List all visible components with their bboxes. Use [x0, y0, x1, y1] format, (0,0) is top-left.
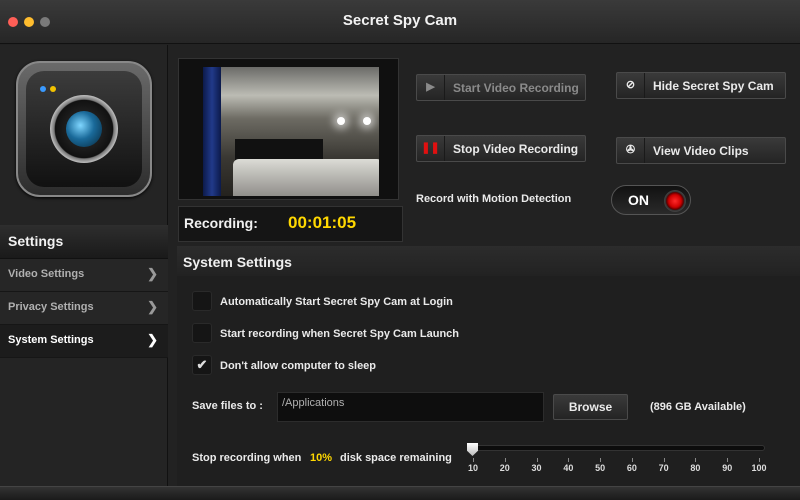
prevent-sleep-label: Don't allow computer to sleep	[220, 360, 377, 372]
stop-recording-button[interactable]: ❚❚ Stop Video Recording	[416, 135, 586, 162]
slider-tick-label: 100	[751, 463, 767, 473]
record-on-launch-label: Start recording when Secret Spy Cam Laun…	[220, 328, 460, 340]
threshold-percent-value: 10%	[310, 452, 333, 464]
view-video-clips-button[interactable]: ✇ View Video Clips	[616, 137, 786, 164]
threshold-suffix-label: disk space remaining	[340, 452, 452, 464]
auto-start-label: Automatically Start Secret Spy Cam at Lo…	[220, 296, 453, 308]
checkmark-icon: ✔	[196, 357, 208, 372]
start-recording-button[interactable]: ▶ Start Video Recording	[416, 74, 586, 101]
sidebar-heading: Settings	[0, 225, 168, 259]
hide-spy-cam-label: Hide Secret Spy Cam	[653, 79, 774, 93]
save-location-label: Save files to :	[192, 400, 263, 412]
stop-recording-threshold-label: Stop recording when	[192, 452, 302, 464]
available-space-text: (896 GB Available)	[650, 401, 746, 413]
slider-tick-label: 80	[690, 463, 701, 473]
slider-tick	[727, 458, 729, 462]
view-video-clips-label: View Video Clips	[653, 144, 749, 158]
motion-detection-toggle[interactable]: ON	[611, 185, 691, 215]
slider-tick	[600, 458, 602, 462]
browse-button[interactable]: Browse	[553, 394, 628, 420]
sidebar-item-privacy-settings[interactable]: Privacy Settings ❯	[0, 292, 168, 325]
slider-tick	[759, 458, 760, 462]
sidebar-item-label: Privacy Settings	[8, 301, 94, 313]
slider-tick	[663, 458, 665, 462]
slider-tick	[473, 458, 474, 462]
slider-tick-label: 30	[531, 463, 542, 473]
slider-tick	[536, 458, 538, 462]
camera-preview-image	[203, 67, 379, 196]
bottom-bar	[0, 486, 800, 500]
toggle-state-label: ON	[628, 192, 649, 208]
recording-timer: 00:01:05	[288, 213, 357, 232]
slider-tick-label: 50	[595, 463, 606, 473]
sidebar-item-video-settings[interactable]: Video Settings ❯	[0, 259, 168, 292]
slider-tick-label: 90	[722, 463, 733, 473]
app-window: Secret Spy Cam Settings Video Settings ❯…	[0, 0, 800, 500]
slider-track[interactable]	[469, 445, 765, 451]
sidebar-item-label: Video Settings	[8, 268, 85, 280]
slider-tick	[568, 458, 570, 462]
slider-tick-label: 20	[499, 463, 510, 473]
sidebar-item-label: System Settings	[8, 334, 94, 346]
chevron-right-icon: ❯	[147, 299, 158, 314]
slider-tick-label: 40	[563, 463, 574, 473]
camera-app-icon	[16, 61, 152, 197]
slider-tick-label: 10	[467, 463, 479, 473]
film-reel-icon: ✇	[617, 138, 645, 163]
chevron-right-icon: ❯	[147, 332, 158, 347]
motion-detection-label: Record with Motion Detection	[416, 193, 572, 205]
stop-recording-label: Stop Video Recording	[453, 142, 579, 156]
play-icon: ▶	[417, 75, 445, 100]
slider-tick	[504, 458, 506, 462]
sidebar: Settings Video Settings ❯ Privacy Settin…	[0, 45, 168, 486]
record-on-launch-checkbox[interactable]	[192, 323, 212, 343]
slider-tick	[631, 458, 633, 462]
title-bar: Secret Spy Cam	[0, 0, 800, 44]
slider-tick-label: 70	[658, 463, 669, 473]
save-path-field[interactable]: /Applications	[277, 392, 544, 422]
hide-spy-cam-button[interactable]: ⊘ Hide Secret Spy Cam	[616, 72, 786, 99]
auto-start-checkbox[interactable]	[192, 291, 212, 311]
chevron-right-icon: ❯	[147, 266, 158, 281]
disk-threshold-slider[interactable]: 10 20 30 40 50 60 70 80 90 100	[461, 440, 771, 478]
start-recording-label: Start Video Recording	[453, 81, 579, 95]
slider-tick-label: 60	[626, 463, 637, 473]
prevent-sleep-checkbox[interactable]: ✔	[192, 355, 212, 375]
slider-tick	[695, 458, 697, 462]
sidebar-item-system-settings[interactable]: System Settings ❯	[0, 325, 168, 358]
pause-icon: ❚❚	[417, 136, 445, 161]
slider-thumb[interactable]	[467, 443, 478, 456]
window-title: Secret Spy Cam	[342, 12, 458, 29]
system-settings-heading: System Settings	[177, 246, 800, 276]
recording-label: Recording:	[184, 215, 258, 231]
forbidden-icon: ⊘	[617, 73, 645, 98]
record-indicator-icon	[664, 190, 686, 212]
